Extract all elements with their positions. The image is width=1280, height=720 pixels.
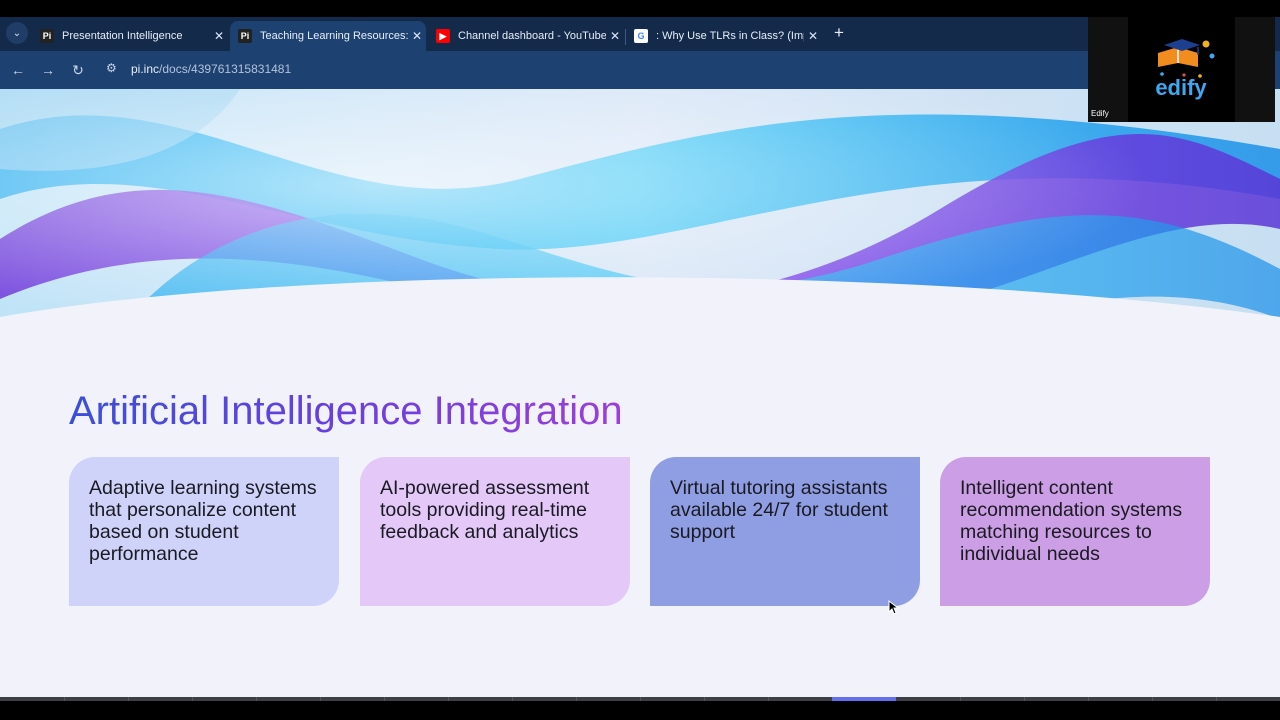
tab-teaching-learning-resources[interactable]: Pi Teaching Learning Resources: Ty ✕ [230,21,426,51]
tab-title: : Why Use TLRs in Class? (Impor [656,30,804,42]
url-host: pi.inc [131,62,160,76]
edify-logo-wordmark: edify [1155,75,1207,100]
webcam-overlay: edify Edify [1088,17,1275,122]
tab-presentation-intelligence[interactable]: Pi Presentation Intelligence ✕ [32,21,228,51]
screen-bottom-bar [0,701,1280,720]
close-icon[interactable]: ✕ [408,29,426,43]
plus-icon: + [834,23,844,42]
edify-logo-text: edify [1155,75,1207,100]
reload-icon: ↻ [72,61,84,78]
presentation-slide: Artificial Intelligence Integration Adap… [0,89,1280,697]
reload-button[interactable]: ↻ [68,60,88,80]
forward-arrow-icon: → [41,62,55,78]
tab-channel-dashboard[interactable]: ▶ Channel dashboard - YouTube S ✕ [428,21,624,51]
card-text: Virtual tutoring assistants available 24… [670,477,888,543]
pi-favicon-icon: Pi [238,29,252,43]
card-text: Adaptive learning systems that personali… [89,477,317,565]
chevron-down-icon: ⌄ [12,27,22,39]
feature-card-virtual-tutoring: Virtual tutoring assistants available 24… [650,457,920,606]
site-info-icon[interactable]: ⚙ [106,61,117,75]
google-favicon-icon: G [634,29,648,43]
back-arrow-icon: ← [11,62,25,78]
back-button[interactable]: ← [8,60,28,80]
feature-card-adaptive-learning: Adaptive learning systems that personali… [69,457,339,606]
close-icon[interactable]: ✕ [804,29,822,43]
webcam-participant-name: Edify [1091,109,1109,118]
tab-title: Presentation Intelligence [62,30,183,42]
url-path: /docs/439761315831481 [159,62,292,76]
address-bar[interactable]: pi.inc/docs/439761315831481 [131,62,291,76]
new-tab-button[interactable]: + [829,21,849,45]
pi-favicon-icon: Pi [40,29,54,43]
close-icon[interactable]: ✕ [210,29,228,43]
forward-button[interactable]: → [38,60,58,80]
feature-card-content-recommendation: Intelligent content recommendation syste… [940,457,1210,606]
tab-title: Teaching Learning Resources: Ty [260,30,408,42]
tab-search-button[interactable]: ⌄ [6,22,28,44]
feature-card-ai-assessment: AI-powered assessment tools providing re… [360,457,630,606]
youtube-favicon-icon: ▶ [436,29,450,43]
card-text: AI-powered assessment tools providing re… [380,477,590,543]
tab-title: Channel dashboard - YouTube S [458,30,606,42]
screen-top-bar [0,0,1280,17]
slide-title: Artificial Intelligence Integration [69,389,623,433]
card-text: Intelligent content recommendation syste… [960,477,1183,565]
mouse-cursor-icon [888,600,900,615]
close-icon[interactable]: ✕ [606,29,624,43]
tab-why-use-tlrs[interactable]: G : Why Use TLRs in Class? (Impor ✕ [626,21,822,51]
